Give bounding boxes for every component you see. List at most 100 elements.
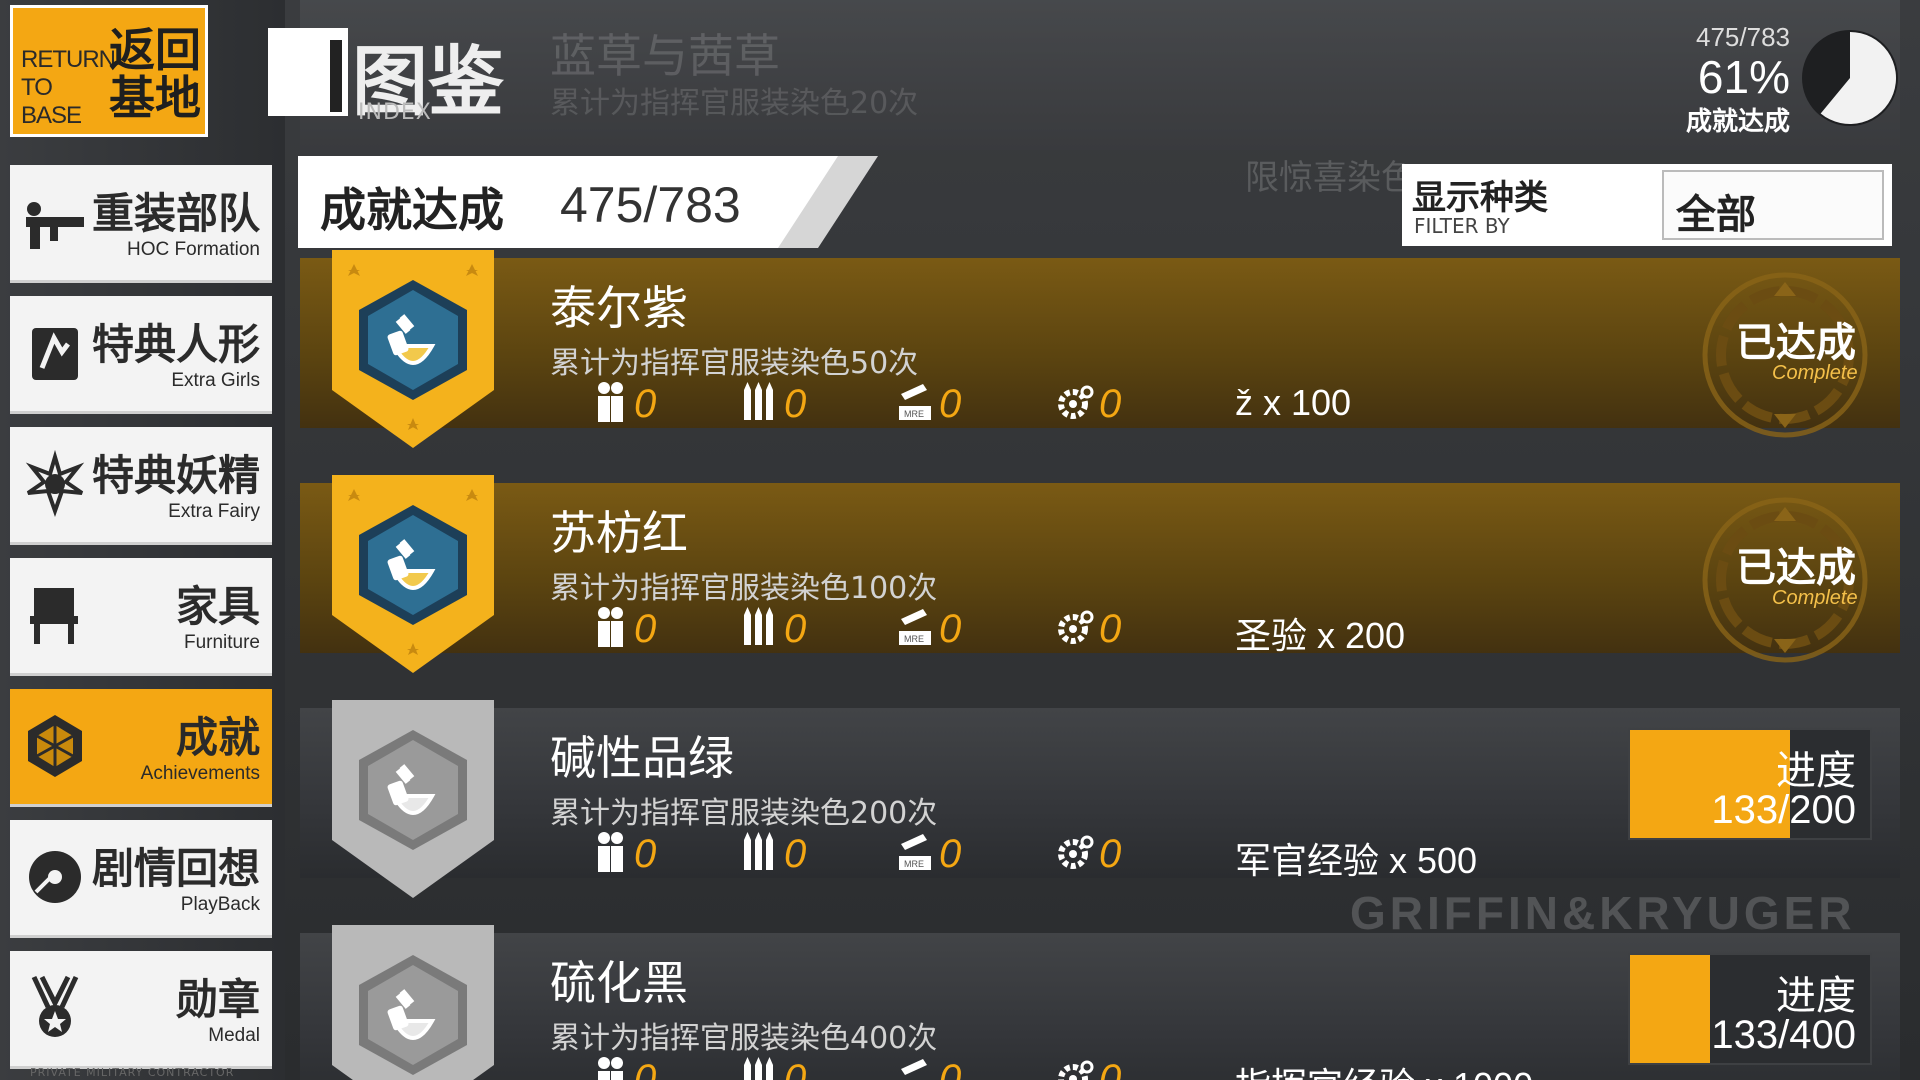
sidebar-item-sublabel: Furniture — [183, 632, 260, 653]
achievement-progress: 进度 133/200 — [1628, 728, 1872, 840]
achievement-reward: 军官经验 x 500 — [1235, 840, 1478, 881]
achievements-screen: 蓝草与茜草 累计为指挥官服装染色20次 限惊喜染色 RETURN TO BASE… — [0, 0, 1920, 1080]
achievement-row[interactable]: 苏枋红 累计为指挥官服装染色100次 0 0 MRE 0 0 圣验 x 200 … — [300, 475, 1900, 673]
sidebar-item-sublabel: Extra Girls — [171, 370, 260, 391]
manpower-icon — [590, 830, 630, 878]
resource-cost: 0 — [740, 830, 806, 878]
ammo-icon — [740, 1055, 780, 1080]
achievement-reward: 圣验 x 200 — [1235, 615, 1406, 656]
parts-icon — [1055, 605, 1095, 653]
index-bar-decor — [330, 40, 342, 112]
sidebar-item-medal[interactable]: 勋章 Medal — [10, 951, 272, 1069]
achievement-reward: 指挥官经验 x 1000 — [1235, 1057, 1533, 1080]
sidebar-item-label: 剧情回想 — [91, 844, 260, 893]
completion-pie-chart — [1802, 30, 1898, 126]
completion-label: 成就达成 — [1685, 107, 1790, 137]
resource-cost: 0 — [740, 380, 806, 428]
resource-amount: 0 — [1099, 1056, 1122, 1080]
resource-amount: 0 — [784, 381, 807, 426]
completion-stats: 475/783 61% 成就达成 — [1686, 22, 1790, 138]
achievement-summary-banner: 成就达成 475/783 — [298, 156, 878, 248]
achievement-desc: 累计为指挥官服装染色50次 — [550, 346, 919, 381]
ammo-icon — [740, 830, 780, 878]
achievement-name: 硫化黑 — [550, 956, 688, 1010]
return-en-label: RETURN TO BASE — [21, 46, 116, 129]
resource-cost: 0 — [590, 380, 656, 428]
return-to-base-button[interactable]: RETURN TO BASE 返回基地 — [10, 5, 208, 137]
achievement-name: 苏枋红 — [550, 506, 688, 560]
filter-selected-value: 全部 — [1676, 192, 1756, 238]
parts-icon — [1055, 830, 1095, 878]
sidebar-item-sublabel: Extra Fairy — [168, 501, 260, 522]
sidebar-item-achievements[interactable]: 成就 Achievements — [10, 689, 272, 807]
sidebar-item-extra-fairy[interactable]: 特典妖精 Extra Fairy — [10, 427, 272, 545]
resource-cost: 0 — [590, 830, 656, 878]
sidebar-item-furniture[interactable]: 家具 Furniture — [10, 558, 272, 676]
achievement-name: 碱性品绿 — [550, 731, 734, 785]
complete-label-en: Complete — [1772, 587, 1858, 609]
resource-cost: 0 — [590, 1055, 656, 1080]
resource-amount: 0 — [939, 831, 962, 876]
ammo-icon — [740, 380, 780, 428]
resource-cost: 0 — [740, 1055, 806, 1080]
progress-fill — [1630, 955, 1710, 1063]
achievement-row[interactable]: 泰尔紫 累计为指挥官服装染色50次 0 0 MRE 0 0 ž x 100 已达… — [300, 250, 1900, 448]
filter-select[interactable]: 全部 — [1662, 170, 1884, 240]
resource-amount: 0 — [1099, 831, 1122, 876]
extra-fairy-icon — [25, 449, 85, 518]
sidebar-item-label: 特典人形 — [91, 320, 260, 369]
sidebar-item-extra-girls[interactable]: 特典人形 Extra Girls — [10, 296, 272, 414]
dye-badge-icon — [332, 700, 494, 898]
watermark: GRIFFIN&KRYUGER — [1350, 887, 1856, 939]
achievement-desc: 累计为指挥官服装染色400次 — [550, 1021, 938, 1056]
filter-label-en: FILTER BY — [1414, 214, 1510, 238]
resource-amount: 0 — [939, 381, 962, 426]
ghost-row-extra: 限惊喜染色 — [1245, 158, 1415, 198]
ration-icon: MRE — [895, 1055, 935, 1080]
return-zh-label: 返回基地 — [109, 23, 201, 125]
dye-badge-icon — [332, 250, 494, 448]
achievement-progress: 进度 133/400 — [1628, 953, 1872, 1065]
achievement-desc: 累计为指挥官服装染色100次 — [550, 571, 938, 606]
medal-icon — [31, 975, 79, 1037]
achievement-row[interactable]: 硫化黑 累计为指挥官服装染色400次 0 0 MRE 0 0 指挥官经验 x 1… — [300, 925, 1900, 1080]
sidebar-item-sublabel: HOC Formation — [126, 239, 260, 260]
sidebar-footer: PRIVATE MILITARY CONTRACTOR — [30, 1066, 235, 1079]
sidebar-item-hoc-formation[interactable]: 重装部队 HOC Formation — [10, 165, 272, 283]
sidebar-item-sublabel: Medal — [208, 1025, 260, 1046]
ration-icon: MRE — [895, 830, 935, 878]
complete-label: 已达成 — [1736, 545, 1856, 591]
resource-cost: 0 — [1055, 605, 1121, 653]
sidebar: RETURN TO BASE 返回基地 重装部队 HOC Formation 特… — [0, 0, 285, 1080]
complete-stamp: 已达成 Complete — [1700, 495, 1870, 665]
disc-icon — [29, 851, 81, 903]
resource-amount: 0 — [634, 831, 657, 876]
page-subtitle: INDEX — [358, 100, 432, 125]
resource-amount: 0 — [784, 1056, 807, 1080]
resource-cost: 0 — [1055, 1055, 1121, 1080]
resource-cost: MRE 0 — [895, 1055, 961, 1080]
sidebar-item-playback[interactable]: 剧情回想 PlayBack — [10, 820, 272, 938]
completion-percent: 61% — [1697, 51, 1790, 103]
progress-value: 133/200 — [1711, 788, 1856, 832]
sidebar-item-sublabel: Achievements — [140, 763, 260, 784]
achievement-name: 泰尔紫 — [550, 281, 688, 335]
banner-value: 475/783 — [560, 177, 741, 233]
resource-cost: 0 — [1055, 380, 1121, 428]
ghost-row-desc: 累计为指挥官服装染色20次 — [550, 86, 919, 121]
manpower-icon — [590, 1055, 630, 1080]
achievement-row[interactable]: 碱性品绿 累计为指挥官服装染色200次 0 0 MRE 0 0 军官经验 x 5… — [300, 700, 1900, 898]
banner-label: 成就达成 — [320, 183, 504, 237]
sidebar-item-sublabel: PlayBack — [180, 894, 260, 915]
parts-icon — [1055, 380, 1095, 428]
parts-icon — [1055, 1055, 1095, 1080]
ration-icon: MRE — [895, 380, 935, 428]
resource-amount: 0 — [634, 1056, 657, 1080]
resource-amount: 0 — [634, 381, 657, 426]
dye-badge-icon — [332, 475, 494, 673]
progress-value: 133/400 — [1711, 1013, 1856, 1057]
completion-fraction: 475/783 — [1696, 22, 1790, 52]
manpower-icon — [590, 605, 630, 653]
ration-icon: MRE — [895, 605, 935, 653]
resource-cost: MRE 0 — [895, 830, 961, 878]
